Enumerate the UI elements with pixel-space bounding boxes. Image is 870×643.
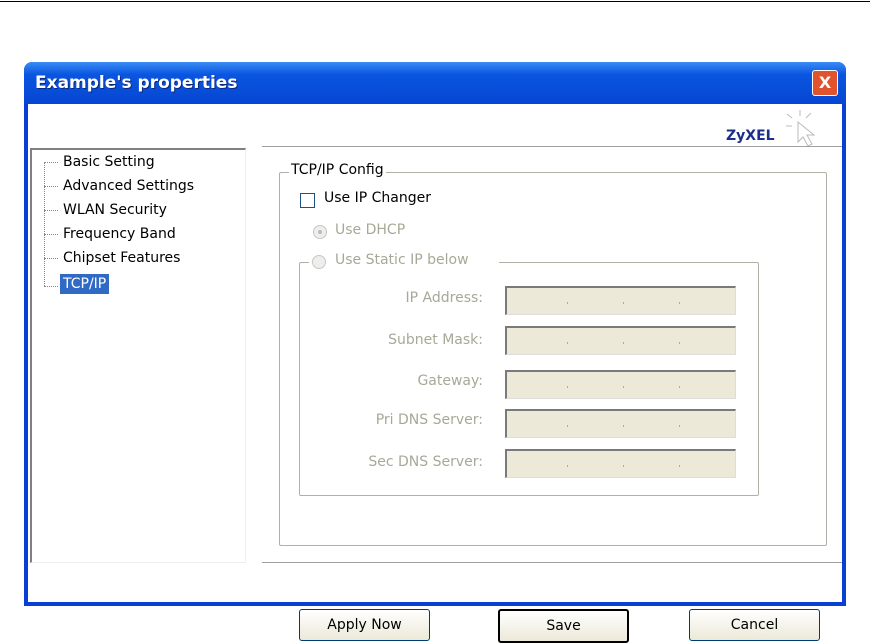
header-separator: [262, 146, 842, 150]
ip-address-input[interactable]: [505, 286, 736, 315]
tree-item-tcpip[interactable]: TCP/IP: [60, 274, 110, 294]
tree-line: [44, 210, 58, 211]
settings-tree: Basic Setting Advanced Settings WLAN Sec…: [30, 148, 246, 563]
properties-window: Example's properties X ZyXEL Basic Setti…: [24, 62, 846, 643]
use-static-ip-radio[interactable]: [312, 255, 326, 269]
sec-dns-label: Sec DNS Server:: [368, 454, 483, 470]
use-static-ip-label[interactable]: Use Static IP below: [335, 252, 469, 268]
title-bar[interactable]: Example's properties X: [24, 62, 846, 104]
tree-line: [44, 162, 58, 163]
save-button[interactable]: Save: [498, 609, 629, 643]
window-title: Example's properties: [35, 73, 238, 93]
use-ip-changer-label[interactable]: Use IP Changer: [324, 190, 431, 206]
page-rule: [0, 1, 870, 2]
zyxel-logo: ZyXEL: [726, 128, 775, 144]
gateway-label: Gateway:: [417, 373, 483, 389]
tree-line: [44, 286, 58, 287]
use-dhcp-label[interactable]: Use DHCP: [335, 222, 405, 238]
use-ip-changer-checkbox[interactable]: [300, 193, 315, 208]
pri-dns-input[interactable]: [505, 409, 736, 438]
tree-line: [44, 162, 45, 286]
pri-dns-label: Pri DNS Server:: [375, 412, 483, 428]
tree-item-advanced-settings[interactable]: Advanced Settings: [60, 176, 197, 196]
apply-now-button[interactable]: Apply Now: [299, 609, 430, 641]
cancel-button[interactable]: Cancel: [689, 609, 820, 641]
tree-item-chipset-features[interactable]: Chipset Features: [60, 248, 183, 268]
subnet-mask-label: Subnet Mask:: [388, 332, 483, 348]
tree-line: [44, 234, 58, 235]
cursor-logo-icon: [786, 110, 816, 147]
sec-dns-input[interactable]: [505, 449, 736, 478]
tree-line: [44, 258, 58, 259]
close-button[interactable]: X: [812, 70, 838, 96]
tree-item-frequency-band[interactable]: Frequency Band: [60, 224, 179, 244]
subnet-mask-input[interactable]: [505, 326, 736, 355]
use-dhcp-radio[interactable]: [313, 225, 327, 239]
tree-item-wlan-security[interactable]: WLAN Security: [60, 200, 170, 220]
tree-line: [44, 186, 58, 187]
tree-item-basic-setting[interactable]: Basic Setting: [60, 152, 158, 172]
gateway-input[interactable]: [505, 370, 736, 399]
footer-separator: [262, 562, 842, 566]
tcpip-config-title: TCP/IP Config: [289, 162, 386, 178]
ip-address-label: IP Address:: [405, 290, 484, 306]
client-area: ZyXEL Basic Setting Advanced Settings WL…: [28, 104, 842, 643]
